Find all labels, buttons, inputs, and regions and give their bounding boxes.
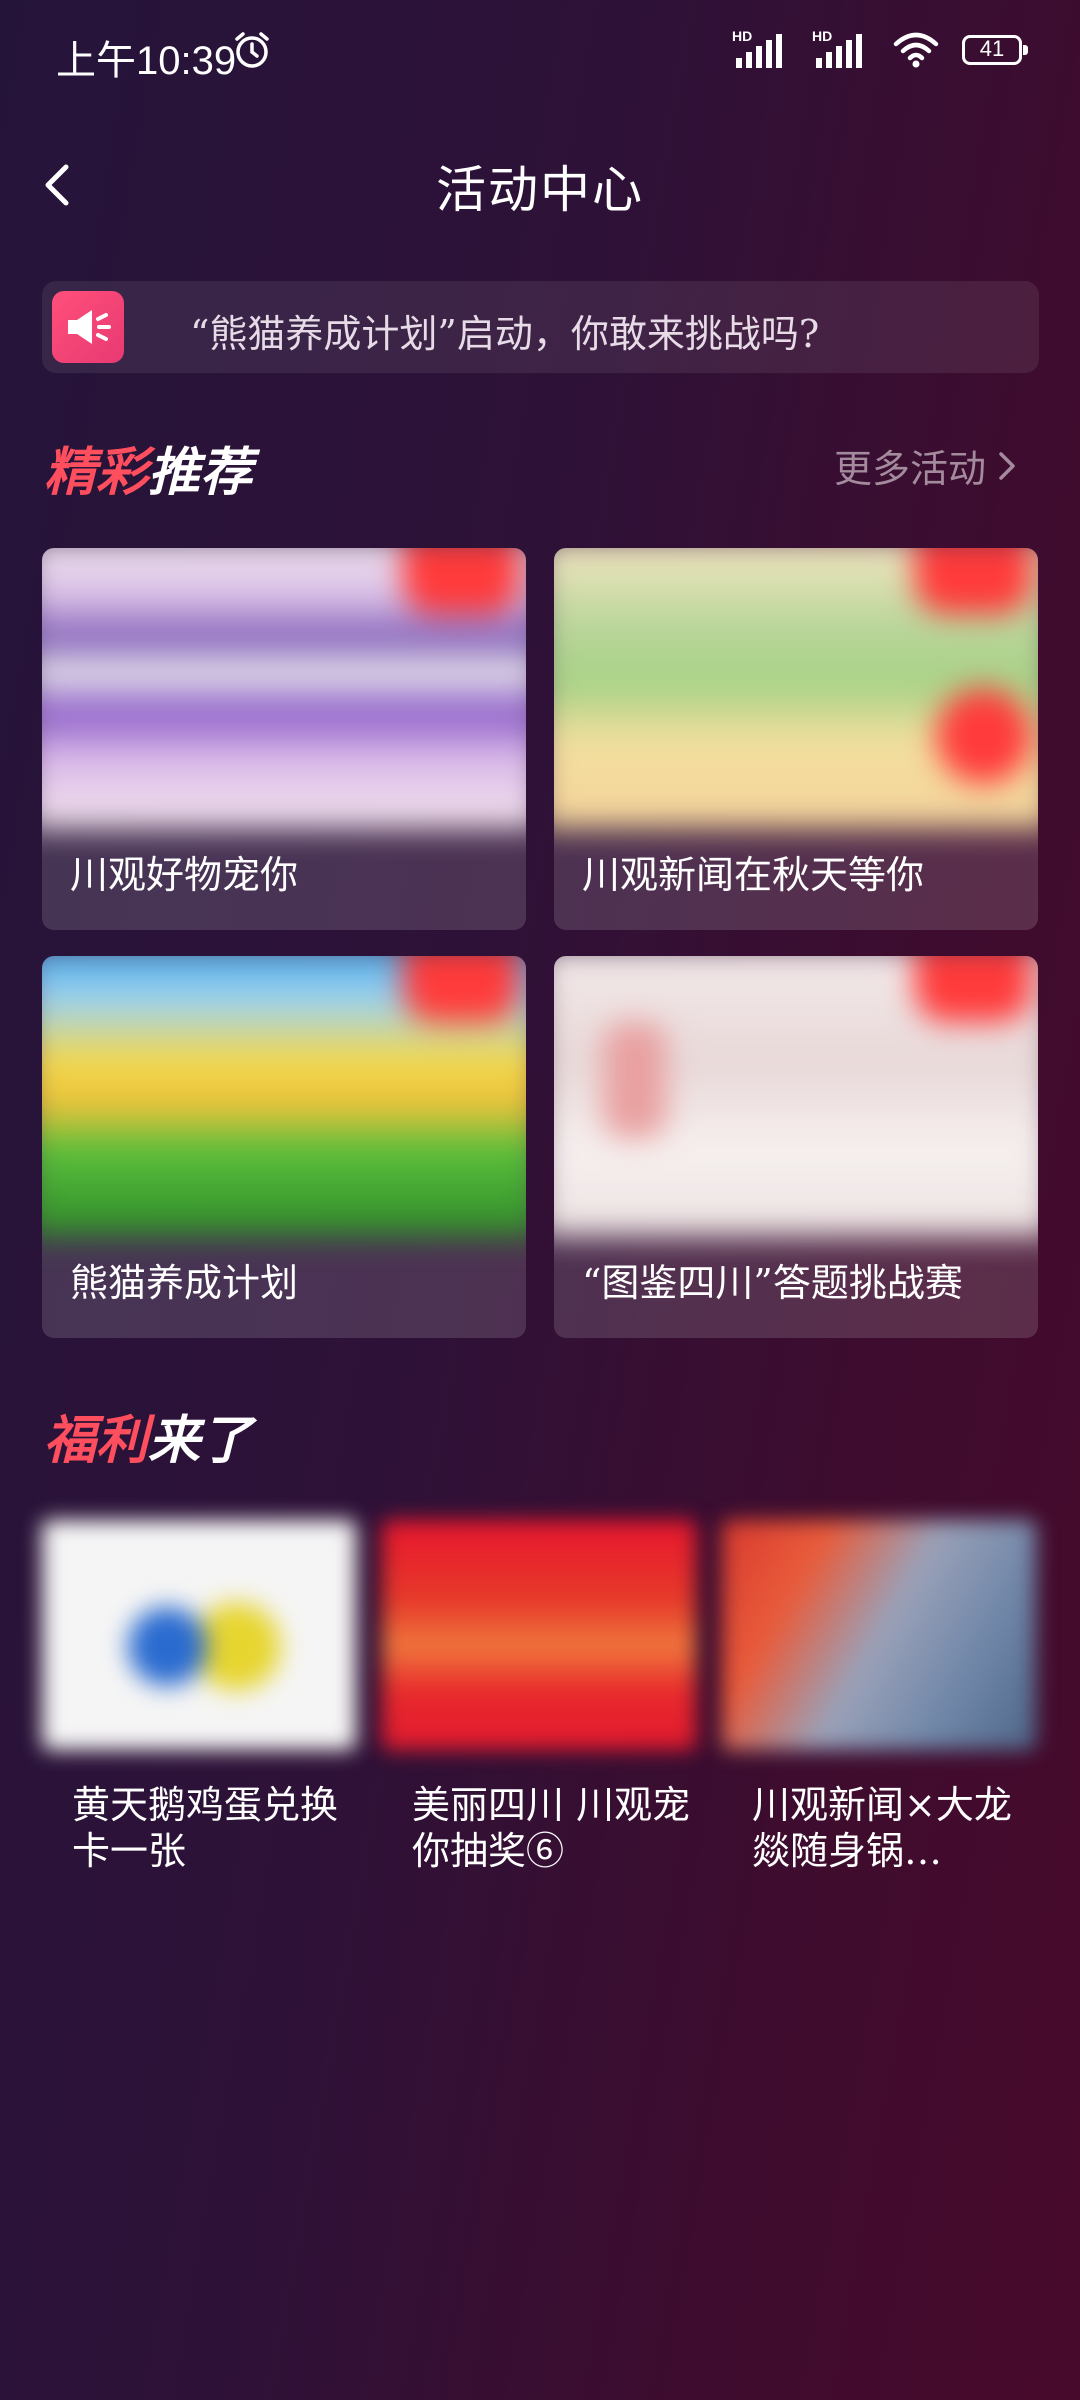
welfare-item-label: 川观新闻×大龙燚随身锅… [752,1783,1012,1873]
activity-card-image [554,956,1038,1237]
status-time: 上午10:39 [56,39,237,83]
recommend-section-title: 精彩推荐 [44,430,252,505]
battery-icon: 41 [962,35,1028,65]
activity-card-image [42,548,526,829]
welfare-section-title: 福利来了 [44,1398,252,1473]
activity-card[interactable]: 川观好物宠你 [42,548,526,930]
welfare-item[interactable]: 美丽四川 川观宠你抽奖⑥ [382,1520,696,1890]
welfare-item-label: 美丽四川 川观宠你抽奖⑥ [412,1783,691,1873]
status-bar: 上午10:39 HD HD 41 [0,0,1080,110]
more-activities-label: 更多活动 [833,447,986,491]
activity-card[interactable]: 川观新闻在秋天等你 [554,548,1038,930]
announcement-banner[interactable]: “熊猫养成计划”启动，你敢来挑战吗? [42,281,1039,373]
activity-card-label: “图鉴四川”答题挑战赛 [582,1261,963,1305]
wifi-icon [893,32,939,68]
activity-card-label: 熊猫养成计划 [70,1261,299,1305]
activity-card-image [554,548,1038,829]
more-activities-link[interactable]: 更多活动 [834,438,1018,493]
recommend-title-rest: 推荐 [148,443,253,503]
welfare-item-label: 黄天鹅鸡蛋兑换卡一张 [72,1783,339,1873]
welfare-item-image [722,1520,1036,1750]
welfare-item[interactable]: 黄天鹅鸡蛋兑换卡一张 [42,1520,356,1890]
alarm-clock-icon [235,32,269,68]
welfare-item-image [382,1520,696,1750]
welfare-title-rest: 来了 [148,1411,253,1471]
activity-card-label: 川观好物宠你 [70,853,299,897]
status-icons: HD HD 41 [732,28,1028,70]
cell-signal-icon-1: HD [732,28,790,70]
activity-card-image [42,956,526,1237]
welfare-title-highlight: 福利 [44,1411,149,1471]
cell-signal-icon-2: HD [812,28,870,70]
navigation-bar: 活动中心 [0,140,1080,230]
activity-card[interactable]: “图鉴四川”答题挑战赛 [554,956,1038,1338]
megaphone-icon [52,291,124,363]
announcement-text: “熊猫养成计划”启动，你敢来挑战吗? [190,312,820,356]
activity-card[interactable]: 熊猫养成计划 [42,956,526,1338]
chevron-right-icon [999,451,1015,480]
battery-level: 41 [979,36,1005,61]
welfare-item-image [42,1520,356,1750]
welfare-item[interactable]: 川观新闻×大龙燚随身锅… [722,1520,1036,1890]
page-title: 活动中心 [436,161,644,219]
recommend-title-highlight: 精彩 [44,443,149,503]
activity-card-label: 川观新闻在秋天等你 [582,853,925,897]
